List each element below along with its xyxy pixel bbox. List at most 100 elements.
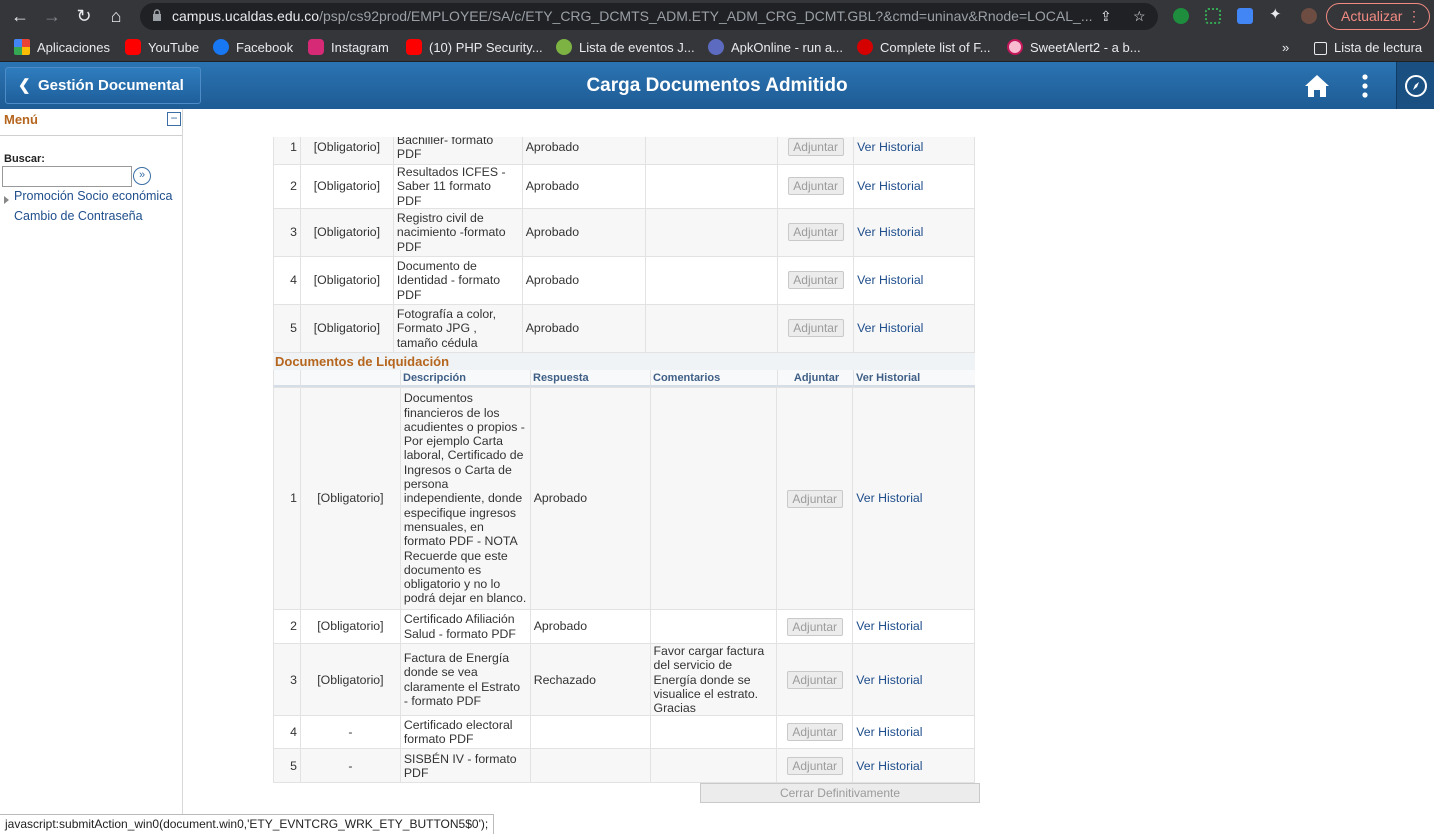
comment-cell: Favor cargar factura del servicio de Ene… (649, 642, 778, 717)
extension-icon[interactable] (1237, 8, 1253, 24)
header-num (273, 370, 300, 387)
row-number: 4 (273, 255, 301, 305)
reload-icon[interactable]: ↻ (72, 4, 96, 28)
scroll-mask (183, 109, 1434, 137)
instagram-icon (308, 39, 324, 55)
share-icon[interactable]: ⇪ (1100, 8, 1112, 25)
academic-docs-table: 1 [Obligatorio] Bachiller- formato PDF A… (273, 129, 975, 353)
table-row: 3 [Obligatorio] Registro civil de nacimi… (273, 207, 975, 257)
bookmark-youtube[interactable]: YouTube (125, 39, 199, 57)
liquidacion-table: 1 [Obligatorio] Documentos financieros d… (273, 387, 975, 784)
adjuntar-button[interactable]: Adjuntar (787, 138, 844, 156)
compass-icon (1405, 75, 1427, 97)
bookmark-php-security[interactable]: (10) PHP Security... (406, 39, 543, 57)
ver-historial-link[interactable]: Ver Historial (857, 140, 923, 154)
adjuntar-button[interactable]: Adjuntar (786, 756, 843, 775)
response-cell: Aprobado (521, 164, 646, 209)
comment-cell (644, 207, 779, 257)
description-cell: Certificado Afiliación Salud - formato P… (399, 609, 531, 644)
adjuntar-button[interactable]: Adjuntar (786, 617, 843, 636)
bookmark-lista-eventos[interactable]: Lista de eventos J... (556, 39, 695, 57)
adjuntar-button[interactable]: Adjuntar (786, 670, 843, 689)
comment-cell (644, 255, 779, 305)
menu-item-cambio-contrasena[interactable]: Cambio de Contraseña (14, 209, 143, 223)
table-row: 2 [Obligatorio] Certificado Afiliación S… (273, 609, 975, 644)
adjuntar-button[interactable]: Adjuntar (786, 489, 843, 508)
table-row: 1 [Obligatorio] Documentos financieros d… (273, 387, 975, 610)
main-content: 1 [Obligatorio] Bachiller- formato PDF A… (183, 109, 1434, 834)
description-cell: Resultados ICFES - Saber 11 formato PDF (392, 164, 523, 209)
app-header: ❮ Gestión Documental Carga Documentos Ad… (0, 62, 1434, 109)
adjuntar-button[interactable]: Adjuntar (787, 319, 844, 338)
description-cell: Documentos financieros de los acudientes… (399, 387, 531, 610)
comment-cell (649, 715, 778, 750)
response-cell: Aprobado (529, 387, 651, 610)
requirement-cell: - (299, 715, 401, 750)
expand-arrow-icon[interactable] (4, 196, 9, 204)
table-row: 5 [Obligatorio] Fotografía a color, Form… (273, 303, 975, 353)
ver-historial-link[interactable]: Ver Historial (857, 179, 923, 193)
ver-historial-link[interactable]: Ver Historial (857, 225, 923, 239)
more-bookmarks-button[interactable]: » (1282, 39, 1289, 57)
facebook-icon (213, 39, 229, 55)
response-cell: Aprobado (521, 255, 646, 305)
back-arrow-icon[interactable]: ← (8, 4, 32, 28)
description-cell: Factura de Energía donde se vea claramen… (399, 642, 531, 717)
adjuntar-button[interactable]: Adjuntar (787, 271, 844, 290)
screenshot-extension-icon[interactable] (1205, 8, 1221, 24)
section-title-liquidacion: Documentos de Liquidación (273, 353, 975, 370)
table-row: 5 - SISBÉN IV - formato PDF Adjuntar Ver… (273, 748, 975, 784)
forward-arrow-icon[interactable]: → (40, 4, 64, 28)
menu-item-promocion[interactable]: Promoción Socio económica (14, 189, 172, 203)
bookmark-complete-list[interactable]: Complete list of F... (857, 39, 991, 57)
ver-historial-link[interactable]: Ver Historial (856, 759, 922, 773)
ver-historial-link[interactable]: Ver Historial (856, 491, 922, 505)
bookmark-instagram[interactable]: Instagram (308, 39, 389, 57)
row-number: 3 (273, 207, 301, 257)
description-cell: Certificado electoral formato PDF (399, 715, 531, 750)
table-row: 4 [Obligatorio] Documento de Identidad -… (273, 255, 975, 305)
requirement-cell: [Obligatorio] (299, 609, 401, 644)
reading-list-button[interactable]: Lista de lectura (1314, 39, 1422, 57)
ver-historial-link[interactable]: Ver Historial (857, 273, 923, 287)
address-bar[interactable]: campus.ucaldas.edu.co/psp/cs92prod/EMPLO… (140, 3, 1158, 30)
home-icon[interactable] (1304, 74, 1330, 98)
description-cell: SISBÉN IV - formato PDF (399, 748, 531, 784)
menu-search-input[interactable] (2, 166, 132, 187)
search-go-icon[interactable]: » (133, 167, 151, 185)
liquidacion-table-header: Descripción Respuesta Comentarios Adjunt… (273, 370, 975, 387)
requirement-cell: [Obligatorio] (299, 255, 394, 305)
collapse-menu-icon[interactable]: − (167, 112, 181, 126)
adjuntar-button[interactable]: Adjuntar (787, 223, 844, 242)
search-label: Buscar: (4, 153, 45, 165)
red-dot-icon (857, 39, 873, 55)
ver-historial-link[interactable]: Ver Historial (856, 619, 922, 633)
comment-cell (649, 609, 778, 644)
requirement-cell: [Obligatorio] (299, 164, 394, 209)
ver-historial-link[interactable]: Ver Historial (856, 673, 922, 687)
home-browser-icon[interactable]: ⌂ (104, 4, 128, 28)
response-cell (529, 715, 651, 750)
header-adjuntar: Adjuntar (777, 370, 853, 387)
requirement-cell: [Obligatorio] (299, 387, 401, 610)
bookmark-facebook[interactable]: Facebook (213, 39, 293, 57)
bookmark-apkonline[interactable]: ApkOnline - run a... (708, 39, 843, 57)
navbar-button[interactable] (1396, 62, 1434, 109)
row-number: 1 (273, 387, 301, 610)
puzzle-extensions-icon[interactable]: ✦ (1269, 5, 1285, 23)
adjuntar-button[interactable]: Adjuntar (786, 723, 843, 742)
youtube-icon (125, 39, 141, 55)
bookmark-aplicaciones[interactable]: Aplicaciones (14, 39, 110, 57)
ver-historial-link[interactable]: Ver Historial (856, 725, 922, 739)
update-button[interactable]: Actualizar ⋮ (1326, 3, 1430, 30)
bookmark-star-icon[interactable]: ☆ (1133, 8, 1146, 25)
bookmark-sweetalert[interactable]: SweetAlert2 - a b... (1007, 39, 1141, 57)
adjuntar-button[interactable]: Adjuntar (787, 177, 844, 196)
youtube-icon (406, 39, 422, 55)
ver-historial-link[interactable]: Ver Historial (857, 321, 923, 335)
download-extension-icon[interactable] (1173, 8, 1189, 24)
actions-menu-icon[interactable] (1356, 73, 1374, 99)
cerrar-definitivamente-button[interactable]: Cerrar Definitivamente (700, 783, 980, 803)
profile-avatar-icon[interactable] (1301, 8, 1317, 24)
row-number: 2 (273, 164, 301, 209)
